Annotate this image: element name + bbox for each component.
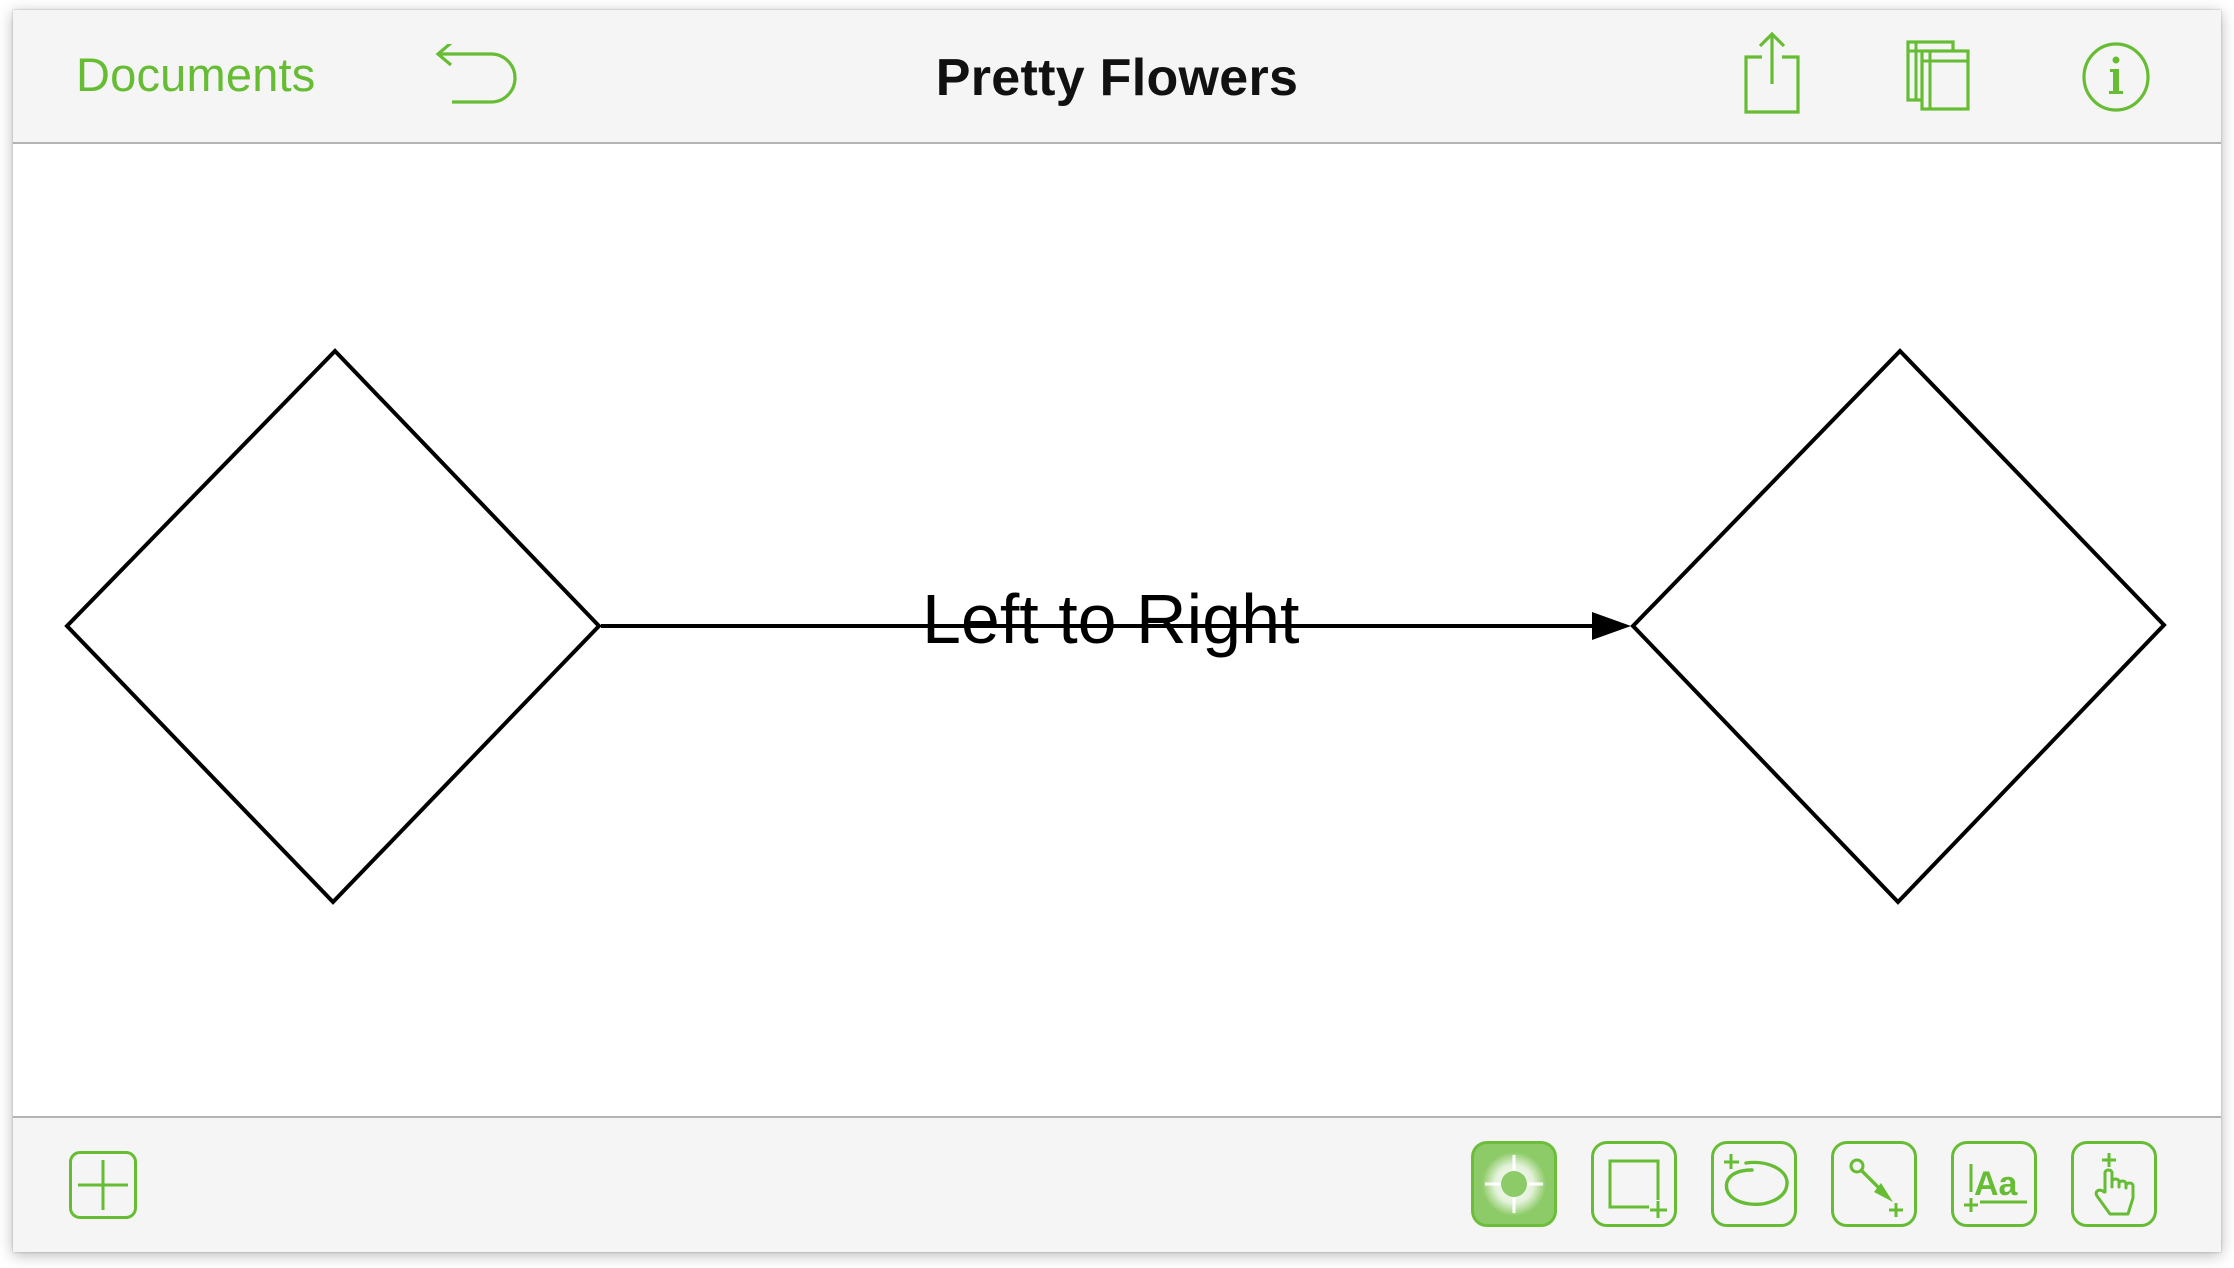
info-icon: [2082, 42, 2150, 112]
add-icon: [78, 1160, 128, 1210]
layers-button[interactable]: [1902, 35, 1972, 115]
line-tool-button[interactable]: [1831, 1141, 1917, 1227]
rectangle-plus-icon: [1608, 1159, 1667, 1218]
right-diamond[interactable]: [1630, 348, 2167, 905]
share-button[interactable]: [1740, 30, 1804, 118]
add-canvas-button[interactable]: [69, 1151, 137, 1219]
text-aa-icon: Aa: [1964, 1164, 2027, 1212]
connector-arrow-icon: [1849, 1158, 1903, 1217]
crosshair-icon: [1482, 1152, 1546, 1216]
arrowhead-icon: [1592, 612, 1631, 640]
bottom-toolbar: Aa: [13, 1116, 2221, 1252]
top-toolbar: Documents Pretty Flowers: [13, 10, 2221, 144]
text-tool-button[interactable]: Aa: [1951, 1141, 2037, 1227]
left-diamond[interactable]: [64, 348, 602, 905]
freehand-tool-button[interactable]: [1711, 1141, 1797, 1227]
shape-tool-button[interactable]: [1591, 1141, 1677, 1227]
selection-tool-button[interactable]: [1471, 1141, 1557, 1227]
lasso-plus-icon: [1724, 1154, 1789, 1207]
connector-label[interactable]: Left to Right: [922, 579, 1299, 659]
document-title: Pretty Flowers: [935, 49, 1299, 107]
touch-tool-button[interactable]: [2071, 1141, 2157, 1227]
info-button[interactable]: [2079, 40, 2153, 114]
hand-pointer-icon: [2094, 1153, 2135, 1216]
layers-icon: [1906, 40, 1970, 111]
app-window: Documents Pretty Flowers Left to Right A…: [13, 10, 2221, 1252]
drawing-canvas[interactable]: Left to Right: [13, 144, 2221, 1118]
svg-text:Aa: Aa: [1974, 1165, 2019, 1203]
share-icon: [1744, 31, 1800, 114]
